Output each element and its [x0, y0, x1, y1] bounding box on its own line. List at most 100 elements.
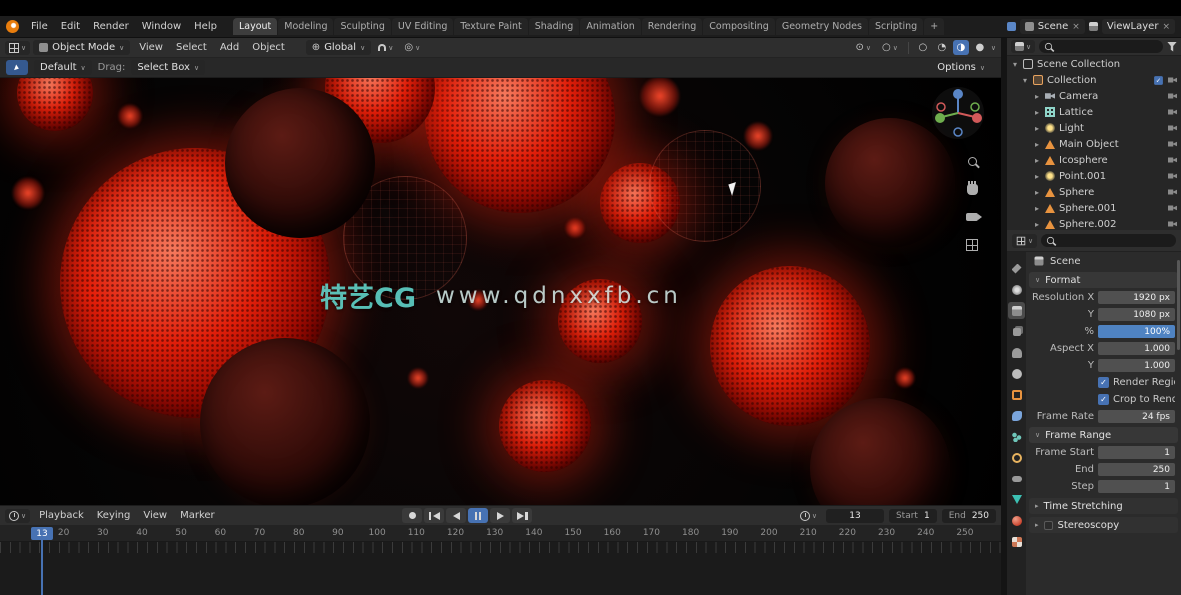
- scrollbar[interactable]: [1177, 260, 1180, 350]
- disclosure-icon[interactable]: ▾: [1021, 76, 1029, 85]
- properties-search-field[interactable]: [1041, 234, 1176, 247]
- frame-start-field[interactable]: Start1: [889, 509, 937, 523]
- render-visibility-icon[interactable]: [1168, 93, 1177, 100]
- disclosure-icon[interactable]: ▸: [1033, 204, 1041, 213]
- section-checkbox[interactable]: [1044, 521, 1053, 530]
- properties-tab[interactable]: [1008, 470, 1025, 487]
- render-visibility-icon[interactable]: [1168, 221, 1177, 228]
- collapsed-section-header[interactable]: ▸ Time Stretching: [1029, 498, 1178, 514]
- outliner-object-row[interactable]: ▸ Light: [1007, 120, 1181, 136]
- frame-range-section-header[interactable]: ∨Frame Range: [1029, 427, 1178, 443]
- playhead-frame-label[interactable]: 13: [31, 527, 53, 540]
- viewlayer-icon[interactable]: [1089, 22, 1098, 31]
- unlink-scene-icon[interactable]: ×: [1072, 22, 1080, 32]
- properties-tab[interactable]: [1008, 491, 1025, 508]
- tool-preset-dropdown[interactable]: Default ∨: [34, 60, 92, 75]
- ortho-grid-icon[interactable]: [963, 236, 981, 254]
- topbar-menu-item[interactable]: Edit: [55, 19, 86, 34]
- value-field[interactable]: 250: [1098, 463, 1175, 476]
- topbar-menu-item[interactable]: File: [25, 19, 54, 34]
- browse-scene-icon[interactable]: [1007, 22, 1016, 31]
- format-section-header[interactable]: ∨Format: [1029, 272, 1178, 288]
- properties-tab[interactable]: [1008, 533, 1025, 550]
- render-visibility-icon[interactable]: [1168, 205, 1177, 212]
- mode-dropdown[interactable]: Object Mode ∨: [33, 40, 130, 55]
- transform-orientation-dropdown[interactable]: ⊕ Global ∨: [306, 40, 371, 55]
- current-frame-field[interactable]: 13: [826, 509, 884, 523]
- checkbox[interactable]: ✓: [1098, 377, 1109, 388]
- playhead-line[interactable]: [41, 540, 43, 595]
- viewport-menu-item[interactable]: View: [133, 40, 169, 55]
- workspace-tab[interactable]: Layout: [233, 18, 277, 35]
- workspace-tab[interactable]: Sculpting: [334, 18, 390, 35]
- frame-rate-dropdown[interactable]: 24 fps: [1098, 410, 1175, 423]
- outliner-object-row[interactable]: ▸ Sphere: [1007, 184, 1181, 200]
- filter-funnel-icon[interactable]: [1167, 42, 1177, 52]
- jump-to-start-button[interactable]: [424, 508, 444, 523]
- timeline-menu-item[interactable]: Playback: [33, 508, 90, 523]
- disclosure-icon[interactable]: ▸: [1033, 188, 1041, 197]
- timeline-ruler[interactable]: 2030405060708090100110120130140150160170…: [0, 525, 1001, 542]
- topbar-menu-item[interactable]: Window: [136, 19, 187, 34]
- playback-sync-icon[interactable]: ∨: [796, 509, 821, 523]
- viewlayer-selector[interactable]: ViewLayer ×: [1102, 19, 1175, 34]
- properties-tab[interactable]: [1008, 428, 1025, 445]
- scene-selector[interactable]: Scene ×: [1020, 19, 1085, 34]
- camera-view-icon[interactable]: [963, 208, 981, 226]
- outliner-object-row[interactable]: ▸ Sphere.002: [1007, 216, 1181, 230]
- outliner-display-dropdown[interactable]: ∨: [1011, 40, 1035, 53]
- render-visibility-icon[interactable]: [1168, 125, 1177, 132]
- workspace-tab[interactable]: Texture Paint: [454, 18, 527, 35]
- disclosure-icon[interactable]: ▾: [1011, 60, 1019, 69]
- properties-tab[interactable]: [1008, 512, 1025, 529]
- outliner-object-row[interactable]: ▸ Point.001: [1007, 168, 1181, 184]
- timeline-editor-dropdown[interactable]: ∨: [5, 509, 30, 523]
- disclosure-icon[interactable]: ▸: [1033, 220, 1041, 229]
- options-dropdown[interactable]: Options ∨: [931, 60, 991, 75]
- collapsed-section-header[interactable]: ▸ Stereoscopy: [1029, 517, 1178, 533]
- overlays-dropdown[interactable]: ○∨: [878, 40, 902, 55]
- zoom-tool-icon[interactable]: [963, 152, 981, 170]
- snap-magnet-icon[interactable]: ∨: [374, 42, 397, 54]
- active-tool-icon[interactable]: [6, 60, 28, 75]
- disclosure-icon[interactable]: ▸: [1033, 124, 1041, 133]
- outliner-object-row[interactable]: ▸ Sphere.001: [1007, 200, 1181, 216]
- value-field[interactable]: 1.000: [1098, 342, 1175, 355]
- disclosure-icon[interactable]: ▸: [1033, 156, 1041, 165]
- collection-checkbox[interactable]: ✓: [1154, 76, 1163, 85]
- render-visibility-icon[interactable]: [1168, 141, 1177, 148]
- disclosure-icon[interactable]: ▸: [1033, 92, 1041, 101]
- shading-rendered-icon[interactable]: ●: [972, 40, 988, 55]
- value-field[interactable]: 1.000: [1098, 359, 1175, 372]
- viewport-menu-item[interactable]: Add: [214, 40, 245, 55]
- shading-wireframe-icon[interactable]: ○: [915, 40, 931, 55]
- editor-type-dropdown[interactable]: ∨: [5, 41, 30, 55]
- proportional-edit-icon[interactable]: ◎∨: [400, 40, 424, 55]
- properties-tab[interactable]: [1008, 302, 1025, 319]
- value-field[interactable]: 1920 px: [1098, 291, 1175, 304]
- outliner-search-field[interactable]: [1039, 40, 1163, 53]
- outliner-row-scene-collection[interactable]: ▾ Scene Collection: [1007, 56, 1181, 72]
- disclosure-icon[interactable]: ▸: [1033, 172, 1041, 181]
- disclosure-icon[interactable]: ▸: [1033, 108, 1041, 117]
- shading-material-preview-icon[interactable]: ◑: [953, 40, 969, 55]
- workspace-tab[interactable]: UV Editing: [392, 18, 454, 35]
- workspace-tab[interactable]: Scripting: [869, 18, 923, 35]
- next-keyframe-button[interactable]: [490, 508, 510, 523]
- frame-end-field[interactable]: End250: [942, 509, 996, 523]
- outliner-object-row[interactable]: ▸ Main Object: [1007, 136, 1181, 152]
- checkbox[interactable]: ✓: [1098, 394, 1109, 405]
- properties-tab[interactable]: [1008, 407, 1025, 424]
- render-visibility-icon[interactable]: [1168, 189, 1177, 196]
- topbar-menu-item[interactable]: Help: [188, 19, 223, 34]
- properties-tab[interactable]: [1008, 386, 1025, 403]
- workspace-tab[interactable]: Shading: [529, 18, 580, 35]
- timeline-menu-item[interactable]: View: [137, 508, 173, 523]
- properties-tab[interactable]: [1008, 260, 1025, 277]
- outliner-row-collection[interactable]: ▾ Collection ✓: [1007, 72, 1181, 88]
- render-visibility-icon[interactable]: [1168, 109, 1177, 116]
- shading-dropdown-icon[interactable]: ∨: [991, 44, 996, 52]
- properties-tab[interactable]: [1008, 323, 1025, 340]
- properties-tab[interactable]: [1008, 365, 1025, 382]
- show-gizmo-dropdown[interactable]: ⊙∨: [852, 40, 876, 55]
